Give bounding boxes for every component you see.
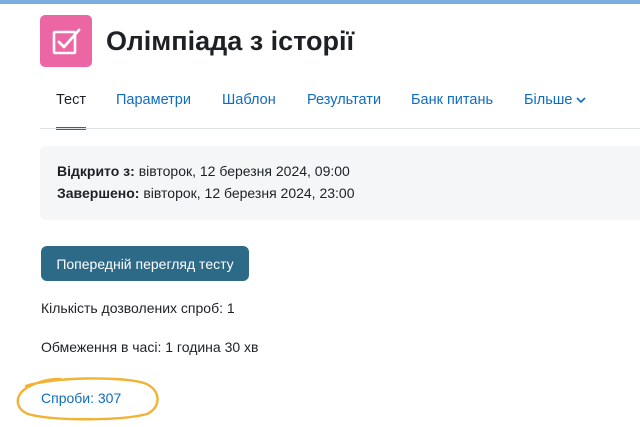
chevron-down-icon (576, 78, 587, 122)
closed-date: Завершено: вівторок, 12 березня 2024, 23… (57, 185, 355, 201)
tab-more[interactable]: Більше (524, 78, 587, 128)
activity-dates: Відкрито з: вівторок, 12 березня 2024, 0… (40, 146, 640, 220)
page-title: Олімпіада з історії (106, 25, 355, 56)
top-border (0, 0, 640, 4)
tab-results[interactable]: Результати (307, 78, 381, 128)
tab-template[interactable]: Шаблон (222, 78, 276, 128)
tab-question-bank[interactable]: Банк питань (411, 78, 493, 128)
secondary-navigation: Тест Параметри Шаблон Результати Банк пи… (40, 78, 640, 130)
time-limit-text: Обмеження в часі: 1 година 30 хв (41, 339, 259, 355)
opened-date: Відкрито з: вівторок, 12 березня 2024, 0… (57, 163, 350, 179)
page-header: Олімпіада з історії (40, 15, 354, 67)
tab-more-label: Більше (524, 92, 573, 108)
tab-quiz[interactable]: Тест (56, 78, 86, 130)
preview-quiz-button[interactable]: Попередній перегляд тесту (41, 246, 249, 281)
attempts-link[interactable]: Спроби: 307 (41, 390, 121, 406)
quiz-checkbox-icon (40, 15, 92, 67)
opened-value: вівторок, 12 березня 2024, 09:00 (138, 163, 350, 179)
closed-label: Завершено: (57, 185, 140, 201)
attempts-allowed-text: Кількість дозволених спроб: 1 (41, 300, 235, 316)
tab-settings[interactable]: Параметри (116, 78, 191, 128)
tabs-divider (40, 128, 640, 129)
opened-label: Відкрито з: (57, 163, 135, 179)
closed-value: вівторок, 12 березня 2024, 23:00 (143, 185, 355, 201)
